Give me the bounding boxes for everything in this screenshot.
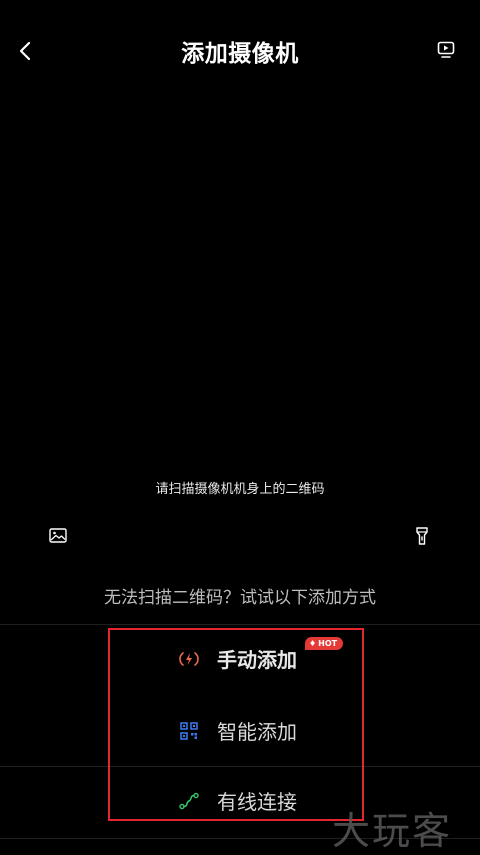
alternative-methods-hint: 无法扫描二维码？试试以下添加方式	[104, 588, 376, 608]
page-title: 添加摄像机	[181, 41, 299, 67]
image-icon	[49, 527, 67, 543]
scan-hint: 请扫描摄像机机身上的二维码	[155, 482, 325, 497]
watermark: 大玩客	[332, 809, 453, 853]
divider	[0, 624, 480, 625]
flashlight-button[interactable]	[408, 522, 436, 550]
highlight-annotation-box	[108, 628, 364, 821]
video-play-icon	[437, 41, 455, 58]
header: 添加摄像机	[0, 0, 480, 100]
gallery-button[interactable]	[44, 521, 72, 549]
flashlight-icon	[416, 527, 428, 545]
video-help-button[interactable]	[432, 36, 460, 64]
